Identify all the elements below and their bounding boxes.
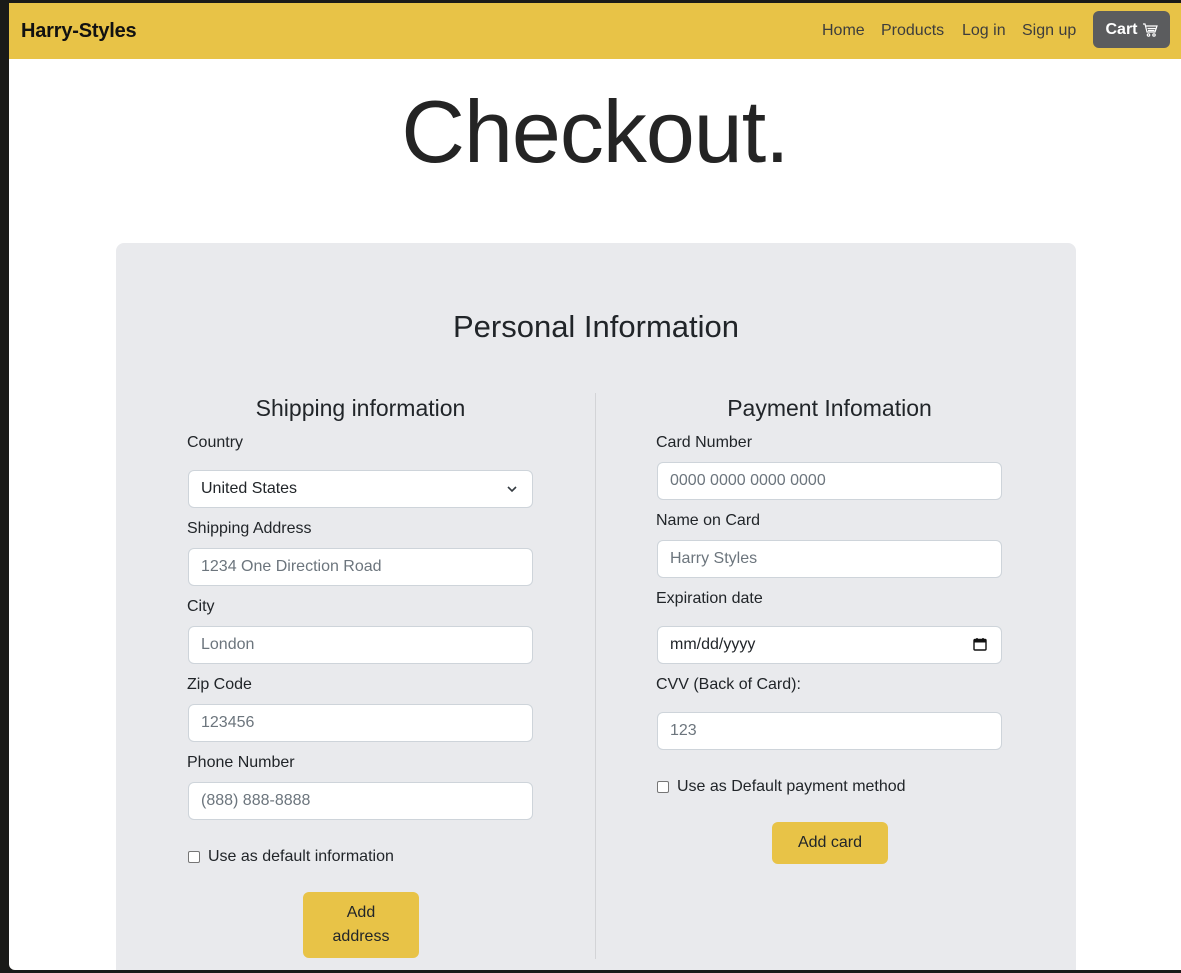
cvv-input[interactable]: 123 bbox=[657, 712, 1002, 750]
default-info-checkbox[interactable] bbox=[188, 851, 200, 863]
cart-button[interactable]: Cart bbox=[1093, 11, 1170, 48]
default-payment-row: Use as Default payment method bbox=[657, 778, 906, 796]
cvv-label: CVV (Back of Card): bbox=[656, 676, 801, 693]
default-payment-checkbox[interactable] bbox=[657, 781, 669, 793]
city-label: City bbox=[187, 598, 215, 615]
default-info-row: Use as default information bbox=[188, 848, 394, 866]
card-number-input[interactable]: 0000 0000 0000 0000 bbox=[657, 462, 1002, 500]
calendar-icon[interactable] bbox=[973, 637, 987, 656]
name-on-card-input[interactable]: Harry Styles bbox=[657, 540, 1002, 578]
shipping-title: Shipping information bbox=[255, 395, 466, 421]
name-on-card-label: Name on Card bbox=[656, 512, 761, 529]
cart-icon bbox=[1142, 22, 1158, 38]
checkout-panel: Personal Information Shipping informatio… bbox=[116, 243, 1076, 970]
default-payment-label: Use as Default payment method bbox=[677, 778, 906, 795]
add-address-button[interactable]: Add address bbox=[303, 892, 419, 958]
country-value: United States bbox=[201, 480, 298, 497]
browser-window: Harry-Styles Home Products Log in Sign u… bbox=[9, 3, 1181, 970]
page-title: Checkout. bbox=[401, 82, 789, 181]
country-label: Country bbox=[187, 434, 244, 451]
panel-title: Personal Information bbox=[452, 309, 740, 344]
default-info-label: Use as default information bbox=[208, 848, 394, 865]
city-input[interactable]: London bbox=[188, 626, 533, 664]
add-address-line2: address bbox=[332, 928, 390, 945]
zip-code-input[interactable]: 123456 bbox=[188, 704, 533, 742]
expiration-date-label: Expiration date bbox=[656, 590, 763, 607]
cart-label: Cart bbox=[1105, 20, 1138, 38]
expiration-date-input[interactable]: mm/dd/yyyy bbox=[657, 626, 1002, 664]
expiration-date-value: mm/dd/yyyy bbox=[670, 636, 756, 653]
chevron-down-icon bbox=[506, 482, 518, 500]
brand-logo[interactable]: Harry-Styles bbox=[21, 20, 137, 43]
nav-link-products[interactable]: Products bbox=[881, 22, 944, 40]
phone-number-label: Phone Number bbox=[187, 754, 295, 771]
country-select[interactable]: United States bbox=[188, 470, 533, 508]
shipping-address-label: Shipping Address bbox=[187, 520, 312, 537]
card-number-label: Card Number bbox=[656, 434, 753, 451]
add-address-line1: Add bbox=[346, 904, 376, 921]
payment-title: Payment Infomation bbox=[727, 395, 932, 421]
navbar: Harry-Styles Home Products Log in Sign u… bbox=[9, 3, 1181, 59]
column-divider bbox=[595, 393, 596, 959]
add-card-button[interactable]: Add card bbox=[772, 822, 888, 864]
zip-code-label: Zip Code bbox=[187, 676, 252, 693]
phone-number-input[interactable]: (888) 888-8888 bbox=[188, 782, 533, 820]
nav-link-home[interactable]: Home bbox=[822, 22, 865, 40]
shipping-address-input[interactable]: 1234 One Direction Road bbox=[188, 548, 533, 586]
nav-link-login[interactable]: Log in bbox=[962, 22, 1006, 40]
nav-link-signup[interactable]: Sign up bbox=[1022, 22, 1076, 40]
